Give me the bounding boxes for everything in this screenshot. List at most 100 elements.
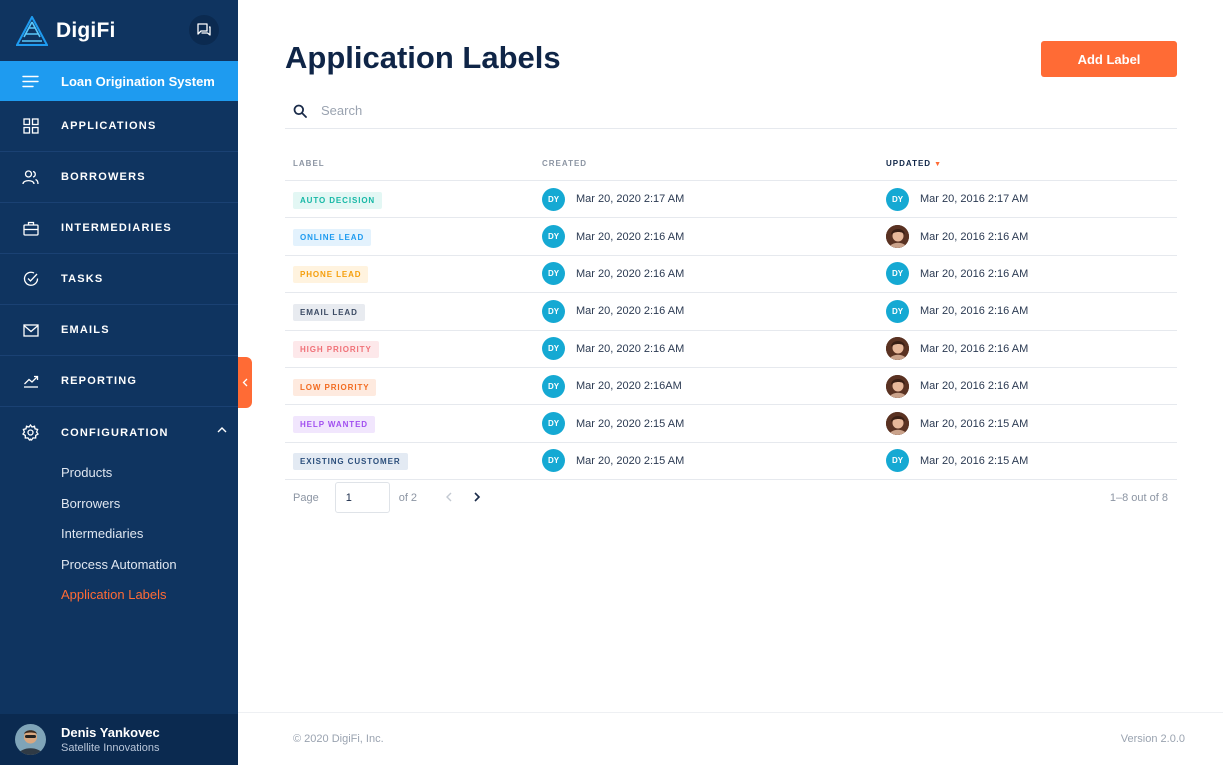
search-bar — [285, 93, 1177, 129]
label-cell: LOW PRIORITY — [285, 377, 534, 396]
label-tag: ONLINE LEAD — [293, 229, 372, 247]
chevron-right-icon — [474, 492, 481, 502]
label-cell: HIGH PRIORITY — [285, 339, 534, 359]
grid-icon — [22, 118, 39, 135]
sidebar-item-reporting[interactable]: REPORTING — [0, 356, 238, 407]
user-profile[interactable]: Denis Yankovec Satellite Innovations — [0, 714, 238, 765]
updated-by-avatar: DY — [886, 299, 909, 323]
updated-by-avatar — [886, 374, 909, 398]
sidebar-item-label: INTERMEDIARIES — [61, 222, 172, 234]
sidebar-item-label: TASKS — [61, 273, 104, 285]
page-total: of 2 — [398, 491, 418, 504]
page-title: Application Labels — [285, 40, 561, 75]
prev-page-button[interactable] — [445, 490, 452, 505]
updated-by-avatar — [886, 225, 909, 249]
created-by-avatar: DY — [542, 299, 565, 323]
sidebar-item-applications[interactable]: APPLICATIONS — [0, 101, 238, 152]
submenu-item-products[interactable]: Products — [0, 458, 238, 489]
created-date: Mar 20, 2020 2:15 AM — [576, 417, 685, 430]
briefcase-icon — [22, 220, 39, 237]
sidebar-item-emails[interactable]: EMAILS — [0, 305, 238, 356]
updated-cell: Mar 20, 2016 2:15 AM — [877, 412, 1177, 436]
updated-date: Mar 20, 2016 2:16 AM — [920, 342, 1029, 355]
created-cell: DY Mar 20, 2020 2:16 AM — [534, 299, 877, 323]
search-input[interactable] — [321, 103, 721, 118]
label-cell: EXISTING CUSTOMER — [285, 451, 534, 471]
created-by-avatar: DY — [542, 262, 565, 286]
created-by-avatar: DY — [542, 449, 565, 473]
table-row[interactable]: PHONE LEAD DY Mar 20, 2020 2:16 AM DY Mar 20… — [285, 256, 1177, 294]
sidebar-item-configuration[interactable]: CONFIGURATION — [0, 407, 238, 458]
label-cell: ONLINE LEAD — [285, 227, 534, 247]
copyright: © 2020 DigiFi, Inc. — [293, 733, 384, 745]
search-icon — [293, 104, 307, 118]
add-label-button[interactable]: Add Label — [1041, 41, 1177, 77]
updated-by-avatar: DY — [886, 262, 909, 286]
created-cell: DY Mar 20, 2020 2:16 AM — [534, 337, 877, 361]
column-header-created[interactable]: CREATED — [534, 159, 877, 168]
created-date: Mar 20, 2020 2:16 AM — [576, 342, 685, 355]
digifi-logo-icon — [16, 15, 48, 46]
table-row[interactable]: HELP WANTED DY Mar 20, 2020 2:15 AM Mar 20,… — [285, 405, 1177, 443]
updated-cell: DY Mar 20, 2016 2:16 AM — [877, 299, 1177, 323]
table-row[interactable]: HIGH PRIORITY DY Mar 20, 2020 2:16 AM Mar 2… — [285, 331, 1177, 368]
users-icon — [22, 169, 39, 186]
created-by-avatar: DY — [542, 374, 565, 398]
updated-by-avatar: DY — [886, 187, 909, 211]
next-page-button[interactable] — [474, 490, 481, 505]
updated-date: Mar 20, 2016 2:16 AM — [920, 305, 1029, 318]
table-body: AUTO DECISION DY Mar 20, 2020 2:17 AM DY Mar… — [285, 181, 1177, 481]
table-row[interactable]: AUTO DECISION DY Mar 20, 2020 2:17 AM DY Mar… — [285, 181, 1177, 219]
table-row[interactable]: EXISTING CUSTOMER DY Mar 20, 2020 2:15 AM D… — [285, 443, 1177, 481]
user-company: Satellite Innovations — [61, 742, 160, 754]
label-tag: EXISTING CUSTOMER — [293, 453, 408, 471]
sidebar: DigiFi Loan Origination System APPLICATI… — [0, 0, 238, 765]
created-cell: DY Mar 20, 2020 2:17 AM — [534, 187, 877, 211]
updated-cell: DY Mar 20, 2016 2:16 AM — [877, 262, 1177, 286]
version: Version 2.0.0 — [1120, 733, 1185, 745]
sidebar-item-label: REPORTING — [61, 375, 138, 387]
sidebar-item-borrowers[interactable]: BORROWERS — [0, 152, 238, 203]
main-content: Application Labels Add Label LABEL CREAT… — [238, 0, 1223, 765]
table-row[interactable]: ONLINE LEAD DY Mar 20, 2020 2:16 AM Mar 20,… — [285, 218, 1177, 256]
gear-icon — [22, 424, 39, 441]
table-row[interactable]: LOW PRIORITY DY Mar 20, 2020 2:16AM Mar 20,… — [285, 368, 1177, 406]
updated-date: Mar 20, 2016 2:16 AM — [920, 267, 1029, 280]
updated-date: Mar 20, 2016 2:15 AM — [920, 454, 1029, 467]
table-header: LABEL CREATED UPDATED ▼ — [285, 147, 1177, 181]
created-date: Mar 20, 2020 2:16 AM — [576, 305, 685, 318]
labels-table: LABEL CREATED UPDATED ▼ AUTO DECISION DY Ma… — [285, 147, 1177, 481]
submenu-item-application-labels[interactable]: Application Labels — [0, 580, 238, 611]
submenu-item-intermediaries[interactable]: Intermediaries — [0, 519, 238, 550]
column-header-updated[interactable]: UPDATED ▼ — [877, 159, 1177, 168]
submenu-item-borrowers[interactable]: Borrowers — [0, 489, 238, 520]
updated-date: Mar 20, 2016 2:16 AM — [920, 230, 1029, 243]
table-row[interactable]: EMAIL LEAD DY Mar 20, 2020 2:16 AM DY Mar 20… — [285, 293, 1177, 331]
sidebar-item-label: EMAILS — [61, 324, 110, 336]
label-cell: AUTO DECISION — [285, 190, 534, 209]
label-tag: LOW PRIORITY — [293, 378, 377, 396]
chat-button[interactable] — [189, 15, 219, 45]
results-count: 1–8 out of 8 — [1109, 491, 1168, 504]
submenu-item-process-automation[interactable]: Process Automation — [0, 550, 238, 581]
sidebar-item-tasks[interactable]: TASKS — [0, 254, 238, 305]
updated-cell: Mar 20, 2016 2:16 AM — [877, 374, 1177, 398]
sidebar-item-intermediaries[interactable]: INTERMEDIARIES — [0, 203, 238, 254]
sidebar-section-los[interactable]: Loan Origination System — [0, 61, 238, 101]
label-tag: EMAIL LEAD — [293, 303, 365, 321]
label-cell: EMAIL LEAD — [285, 302, 534, 321]
updated-date: Mar 20, 2016 2:16 AM — [920, 380, 1029, 393]
user-avatar — [15, 724, 46, 755]
page-number-input[interactable] — [334, 482, 390, 513]
sidebar-header: DigiFi — [0, 0, 238, 61]
sidebar-item-label: APPLICATIONS — [61, 120, 157, 132]
chart-line-icon — [22, 373, 39, 390]
column-header-label[interactable]: LABEL — [285, 159, 534, 168]
label-tag: PHONE LEAD — [293, 266, 369, 284]
los-label: Loan Origination System — [61, 73, 215, 89]
created-date: Mar 20, 2020 2:17 AM — [576, 193, 685, 206]
created-by-avatar: DY — [542, 225, 565, 249]
created-date: Mar 20, 2020 2:16 AM — [576, 230, 685, 243]
page-label: Page — [293, 491, 319, 504]
updated-date: Mar 20, 2016 2:17 AM — [920, 193, 1029, 206]
